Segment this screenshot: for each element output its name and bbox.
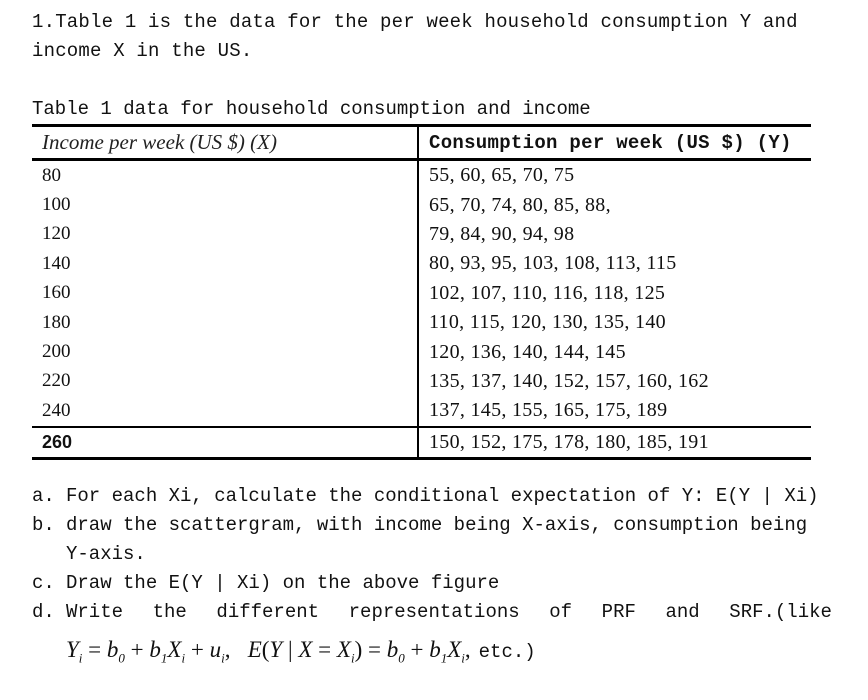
consumption-cell: 79, 84, 90, 94, 98: [429, 222, 575, 245]
question-text: For each Xi, calculate the conditional e…: [66, 485, 819, 507]
question-text: Draw the E(Y | Xi) on the above figure: [66, 572, 500, 594]
intro-line-1: 1.Table 1 is the data for the per week h…: [32, 11, 798, 33]
table-row: 120 79, 84, 90, 94, 98: [32, 219, 811, 250]
income-cell: 140: [32, 249, 419, 279]
consumption-cell: 102, 107, 110, 116, 118, 125: [429, 281, 666, 304]
table-caption: Table 1 data for household consumption a…: [32, 98, 591, 120]
question-c: c. Draw the E(Y | Xi) on the above figur…: [32, 569, 832, 598]
question-label: b.: [32, 514, 55, 536]
consumption-cell: 150, 152, 175, 178, 180, 185, 191: [429, 430, 709, 453]
question-a: a. For each Xi, calculate the conditiona…: [32, 482, 832, 511]
question-text-line-1: draw the scattergram, with income being …: [66, 514, 808, 536]
table-header-row: Income per week (US $) (X) Consumption p…: [32, 127, 811, 161]
table-row: 160 102, 107, 110, 116, 118, 125: [32, 278, 811, 308]
table-row: 240 137, 145, 155, 165, 175, 189: [32, 396, 811, 426]
question-text: Write the different representations of PRF and…: [66, 598, 832, 627]
question-label: a.: [32, 485, 55, 507]
question-label: c.: [32, 572, 55, 594]
data-table: Income per week (US $) (X) Consumption p…: [32, 124, 811, 460]
consumption-cell: 65, 70, 74, 80, 85, 88,: [429, 193, 611, 216]
table-row: 180 110, 115, 120, 130, 135, 140: [32, 307, 811, 338]
consumption-cell: 55, 60, 65, 70, 75: [429, 164, 575, 187]
question-d: d. Write the different representations of PRF…: [32, 598, 832, 627]
income-cell: 180: [32, 307, 419, 338]
table-row: 100 65, 70, 74, 80, 85, 88,: [32, 190, 811, 220]
intro-line-2: income X in the US.: [32, 40, 253, 62]
question-b: b. draw the scattergram, with income bei…: [32, 511, 832, 569]
header-income: Income per week (US $) (X): [32, 127, 419, 158]
question-word: SRF.(like: [729, 601, 832, 623]
question-word: Write: [66, 601, 124, 623]
income-cell: 100: [32, 190, 419, 220]
income-cell: 200: [32, 337, 419, 367]
header-consumption: Consumption per week (US $) (Y): [429, 131, 792, 154]
question-word: different: [216, 601, 320, 623]
question-word: of: [549, 601, 573, 623]
consumption-cell: 120, 136, 140, 144, 145: [429, 340, 626, 363]
table-row: 200 120, 136, 140, 144, 145: [32, 337, 811, 367]
question-text-line-2: Y-axis.: [66, 543, 146, 565]
question-word: the: [152, 601, 187, 623]
table-row: 140 80, 93, 95, 103, 108, 113, 115: [32, 249, 811, 279]
question-text: draw the scattergram, with income being …: [66, 511, 832, 569]
question-word: and: [665, 601, 700, 623]
intro-paragraph: 1.Table 1 is the data for the per week h…: [32, 8, 832, 66]
question-word: PRF: [601, 601, 636, 623]
consumption-cell: 137, 145, 155, 165, 175, 189: [429, 399, 668, 422]
consumption-cell: 135, 137, 140, 152, 157, 160, 162: [429, 369, 709, 392]
prf-stochastic-formula: Yi = b0 + b1Xi + ui, E(Y | X = Xi) = b0 …: [66, 637, 471, 666]
consumption-cell: 80, 93, 95, 103, 108, 113, 115: [429, 252, 677, 275]
income-cell: 260: [32, 427, 419, 457]
table-row: 260 150, 152, 175, 178, 180, 185, 191: [32, 425, 811, 457]
formula-line: Yi = b0 + b1Xi + ui, E(Y | X = Xi) = b0 …: [66, 637, 832, 673]
question-word: representations: [348, 601, 520, 623]
formula-suffix: etc.): [478, 641, 536, 663]
consumption-cell: 110, 115, 120, 130, 135, 140: [429, 311, 666, 334]
questions: a. For each Xi, calculate the conditiona…: [32, 482, 832, 673]
income-cell: 80: [32, 161, 419, 191]
question-label: d.: [32, 601, 55, 623]
income-cell: 160: [32, 278, 419, 308]
income-cell: 120: [32, 219, 419, 250]
table-row: 80 55, 60, 65, 70, 75: [32, 161, 811, 191]
income-cell: 240: [32, 396, 419, 426]
income-cell: 220: [32, 366, 419, 397]
table-row: 220 135, 137, 140, 152, 157, 160, 162: [32, 366, 811, 397]
